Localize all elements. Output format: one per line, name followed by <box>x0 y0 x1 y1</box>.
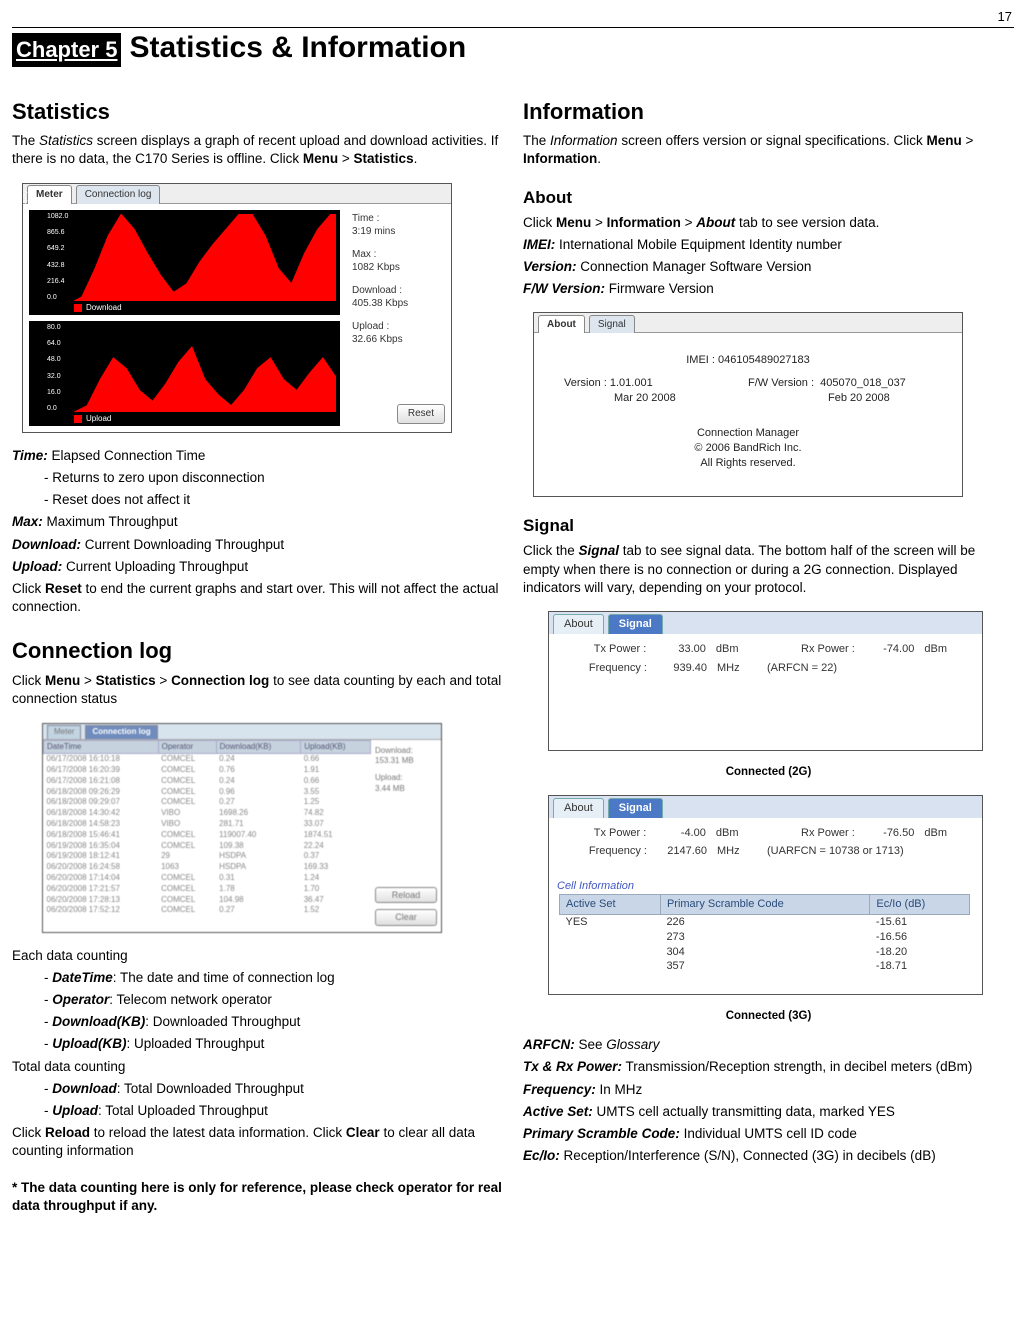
def-time-sub2: - Reset does not affect it <box>44 491 503 509</box>
tab-about-2g[interactable]: About <box>553 614 604 634</box>
connection-log-screenshot: Meter Connection log DateTimeOperatorDow… <box>42 723 442 933</box>
clear-button[interactable]: Clear <box>375 909 437 925</box>
def-active-set: Active Set: UMTS cell actually transmitt… <box>523 1103 1014 1121</box>
cell-information-header: Cell Information <box>557 879 982 894</box>
connection-log-intro: Click Menu > Statistics > Connection log… <box>12 672 503 708</box>
about-version: Version: Connection Manager Software Ver… <box>523 258 1014 276</box>
chapter-title: Statistics & Information <box>129 28 466 69</box>
tab-about[interactable]: About <box>538 315 585 334</box>
each-datetime: - DateTime: The date and time of connect… <box>44 969 503 987</box>
tab-meter-2[interactable]: Meter <box>47 725 81 739</box>
meter-tabs: Meter Connection log <box>23 184 451 204</box>
tab-signal-2g[interactable]: Signal <box>608 614 663 634</box>
each-upload: - Upload(KB): Uploaded Throughput <box>44 1035 503 1053</box>
each-data-heading: Each data counting <box>12 947 503 965</box>
upload-chart: Upload (Kbps) 80.064.048.032.016.00.0 Up… <box>29 321 340 426</box>
signal-2g-screenshot: About Signal Tx Power :33.00dBm Rx Power… <box>548 611 983 751</box>
connection-log-table: DateTimeOperatorDownload(KB)Upload(KB) 0… <box>43 740 371 917</box>
statistics-heading: Statistics <box>12 97 503 127</box>
total-download: - Download: Total Downloaded Throughput <box>44 1080 503 1098</box>
total-upload: - Upload: Total Uploaded Throughput <box>44 1102 503 1120</box>
information-intro: The Information screen offers version or… <box>523 132 1014 168</box>
left-column: Statistics The Statistics screen display… <box>12 97 503 1220</box>
statistics-intro: The Statistics screen displays a graph o… <box>12 132 503 168</box>
meter-side-panel: Time :3:19 mins Max :1082 Kbps Download … <box>346 204 451 432</box>
tab-meter[interactable]: Meter <box>27 185 72 204</box>
def-download: Download: Current Downloading Throughput <box>12 536 503 554</box>
def-upload: Upload: Current Uploading Throughput <box>12 558 503 576</box>
about-fw: F/W Version: Firmware Version <box>523 280 1014 298</box>
disclaimer: * The data counting here is only for ref… <box>12 1179 503 1215</box>
reset-button[interactable]: Reset <box>397 404 445 424</box>
signal-heading: Signal <box>523 515 1014 538</box>
header-rule <box>12 27 1014 28</box>
meter-screenshot: Meter Connection log Download (Kbps) 108… <box>22 183 452 433</box>
tab-about-3g[interactable]: About <box>553 798 604 818</box>
def-freq: Frequency: In MHz <box>523 1081 1014 1099</box>
def-arfcn: ARFCN: See Glossary <box>523 1036 1014 1054</box>
def-ecio: Ec/Io: Reception/Interference (S/N), Con… <box>523 1147 1014 1165</box>
caption-3g: Connected (3G) <box>523 1009 1014 1025</box>
chapter-header: Chapter 5 Statistics & Information <box>12 28 1014 69</box>
tab-signal[interactable]: Signal <box>589 315 635 334</box>
page-number: 17 <box>998 8 1012 26</box>
information-heading: Information <box>523 97 1014 127</box>
tab-signal-3g[interactable]: Signal <box>608 798 663 818</box>
reload-clear-note: Click Reload to reload the latest data i… <box>12 1124 503 1160</box>
right-column: Information The Information screen offer… <box>523 97 1014 1170</box>
caption-2g: Connected (2G) <box>523 765 1014 781</box>
about-heading: About <box>523 187 1014 210</box>
each-operator: - Operator: Telecom network operator <box>44 991 503 1009</box>
connection-log-heading: Connection log <box>12 636 503 666</box>
about-imei: IMEI: International Mobile Equipment Ide… <box>523 236 1014 254</box>
download-chart: Download (Kbps) 1082.0865.6649.2432.8216… <box>29 210 340 315</box>
tab-connection-log-2[interactable]: Connection log <box>85 725 157 739</box>
def-time-sub1: - Returns to zero upon disconnection <box>44 469 503 487</box>
signal-intro: Click the Signal tab to see signal data.… <box>523 542 1014 597</box>
signal-3g-screenshot: About Signal Tx Power :-4.00dBm Rx Power… <box>548 795 983 995</box>
def-psc: Primary Scramble Code: Individual UMTS c… <box>523 1125 1014 1143</box>
total-data-heading: Total data counting <box>12 1058 503 1076</box>
reset-note: Click Reset to end the current graphs an… <box>12 580 503 616</box>
chapter-label: Chapter 5 <box>12 33 121 67</box>
cell-information-table: Active Set Primary Scramble Code Ec/Io (… <box>559 894 970 974</box>
def-txrx: Tx & Rx Power: Transmission/Reception st… <box>523 1058 1014 1076</box>
about-intro: Click Menu > Information > About tab to … <box>523 214 1014 232</box>
def-max: Max: Maximum Throughput <box>12 513 503 531</box>
about-screenshot: About Signal IMEI : 046105489027183 Vers… <box>533 312 963 497</box>
reload-button[interactable]: Reload <box>375 887 437 903</box>
def-time: Time: Elapsed Connection Time <box>12 447 503 465</box>
each-download: - Download(KB): Downloaded Throughput <box>44 1013 503 1031</box>
tab-connection-log[interactable]: Connection log <box>76 185 161 204</box>
